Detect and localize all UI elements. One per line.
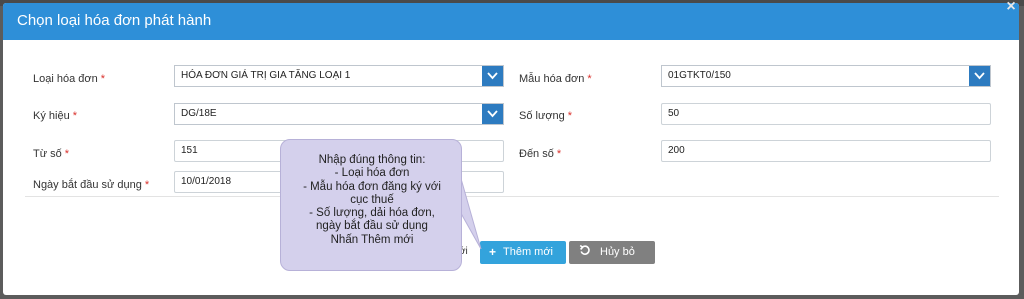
required-mark: * — [556, 148, 562, 160]
to-number-value: 200 — [668, 145, 685, 156]
undo-icon — [579, 244, 591, 259]
cancel-label: Hủy bỏ — [600, 246, 635, 258]
tooltip-line: - Số lượng, dải hóa đơn, — [309, 207, 435, 220]
to-number-input[interactable]: 200 — [661, 140, 991, 162]
required-mark: * — [100, 73, 105, 85]
symbol-label-text: Ký hiệu — [33, 110, 70, 122]
quantity-input[interactable]: 50 — [661, 103, 991, 125]
tooltip-line: - Loại hóa đơn — [334, 167, 410, 180]
to-number-label: Đến số * — [519, 148, 561, 160]
start-date-label: Ngày bắt đầu sử dụng * — [33, 179, 149, 191]
invoice-type-label-text: Loại hóa đơn — [33, 73, 98, 85]
template-select[interactable]: 01GTKT0/150 — [661, 65, 991, 87]
invoice-type-select[interactable]: HÓA ĐƠN GIÁ TRỊ GIA TĂNG LOẠI 1 — [174, 65, 504, 87]
cancel-button[interactable]: Hủy bỏ — [569, 241, 655, 264]
invoice-type-dialog: Chọn loại hóa đơn phát hành Loại hóa đơn… — [3, 3, 1019, 295]
template-label: Mẫu hóa đơn * — [519, 73, 592, 85]
symbol-select[interactable]: DG/18E — [174, 103, 504, 125]
quantity-value: 50 — [668, 108, 680, 119]
symbol-label: Ký hiệu * — [33, 110, 77, 122]
symbol-value: DG/18E — [181, 108, 217, 119]
instruction-tooltip: Nhập đúng thông tin: - Loại hóa đơn - Mẫ… — [280, 139, 462, 271]
close-icon[interactable]: × — [1001, 0, 1021, 15]
chevron-down-icon[interactable] — [482, 104, 503, 124]
from-number-value: 151 — [181, 145, 198, 156]
to-number-label-text: Đến số — [519, 148, 554, 160]
tooltip-line: cục thuế — [350, 193, 394, 206]
tooltip-text: Nhập đúng thông tin: - Loại hóa đơn - Mẫ… — [281, 154, 463, 247]
add-new-button[interactable]: + Thêm mới — [480, 241, 566, 264]
form-divider — [25, 196, 999, 197]
tooltip-line: ngày bắt đầu sử dụng — [316, 220, 428, 233]
template-label-text: Mẫu hóa đơn — [519, 73, 585, 85]
tooltip-line: Nhấn Thêm mới — [330, 233, 414, 246]
quantity-label-text: Số lượng — [519, 110, 565, 122]
required-mark: * — [587, 73, 592, 85]
invoice-type-label: Loại hóa đơn * — [33, 73, 105, 85]
chevron-down-icon[interactable] — [482, 66, 503, 86]
dialog-header: Chọn loại hóa đơn phát hành — [3, 3, 1019, 40]
required-mark: * — [567, 110, 573, 122]
plus-icon: + — [489, 245, 497, 259]
required-mark: * — [64, 148, 70, 160]
invoice-type-value: HÓA ĐƠN GIÁ TRỊ GIA TĂNG LOẠI 1 — [181, 70, 351, 81]
tooltip-line: - Mẫu hóa đơn đăng ký với — [303, 180, 441, 193]
tooltip-line: Nhập đúng thông tin: — [318, 154, 426, 166]
required-mark: * — [72, 110, 77, 122]
start-date-label-text: Ngày bắt đầu sử dụng — [33, 179, 142, 191]
add-new-label: Thêm mới — [503, 246, 553, 258]
required-mark: * — [144, 179, 150, 191]
from-number-label: Từ số * — [33, 148, 69, 160]
from-number-label-text: Từ số — [33, 148, 62, 160]
start-date-value: 10/01/2018 — [181, 176, 232, 187]
template-value: 01GTKT0/150 — [668, 70, 731, 81]
chevron-down-icon[interactable] — [969, 66, 990, 86]
quantity-label: Số lượng * — [519, 110, 572, 122]
dialog-title: Chọn loại hóa đơn phát hành — [17, 12, 212, 29]
